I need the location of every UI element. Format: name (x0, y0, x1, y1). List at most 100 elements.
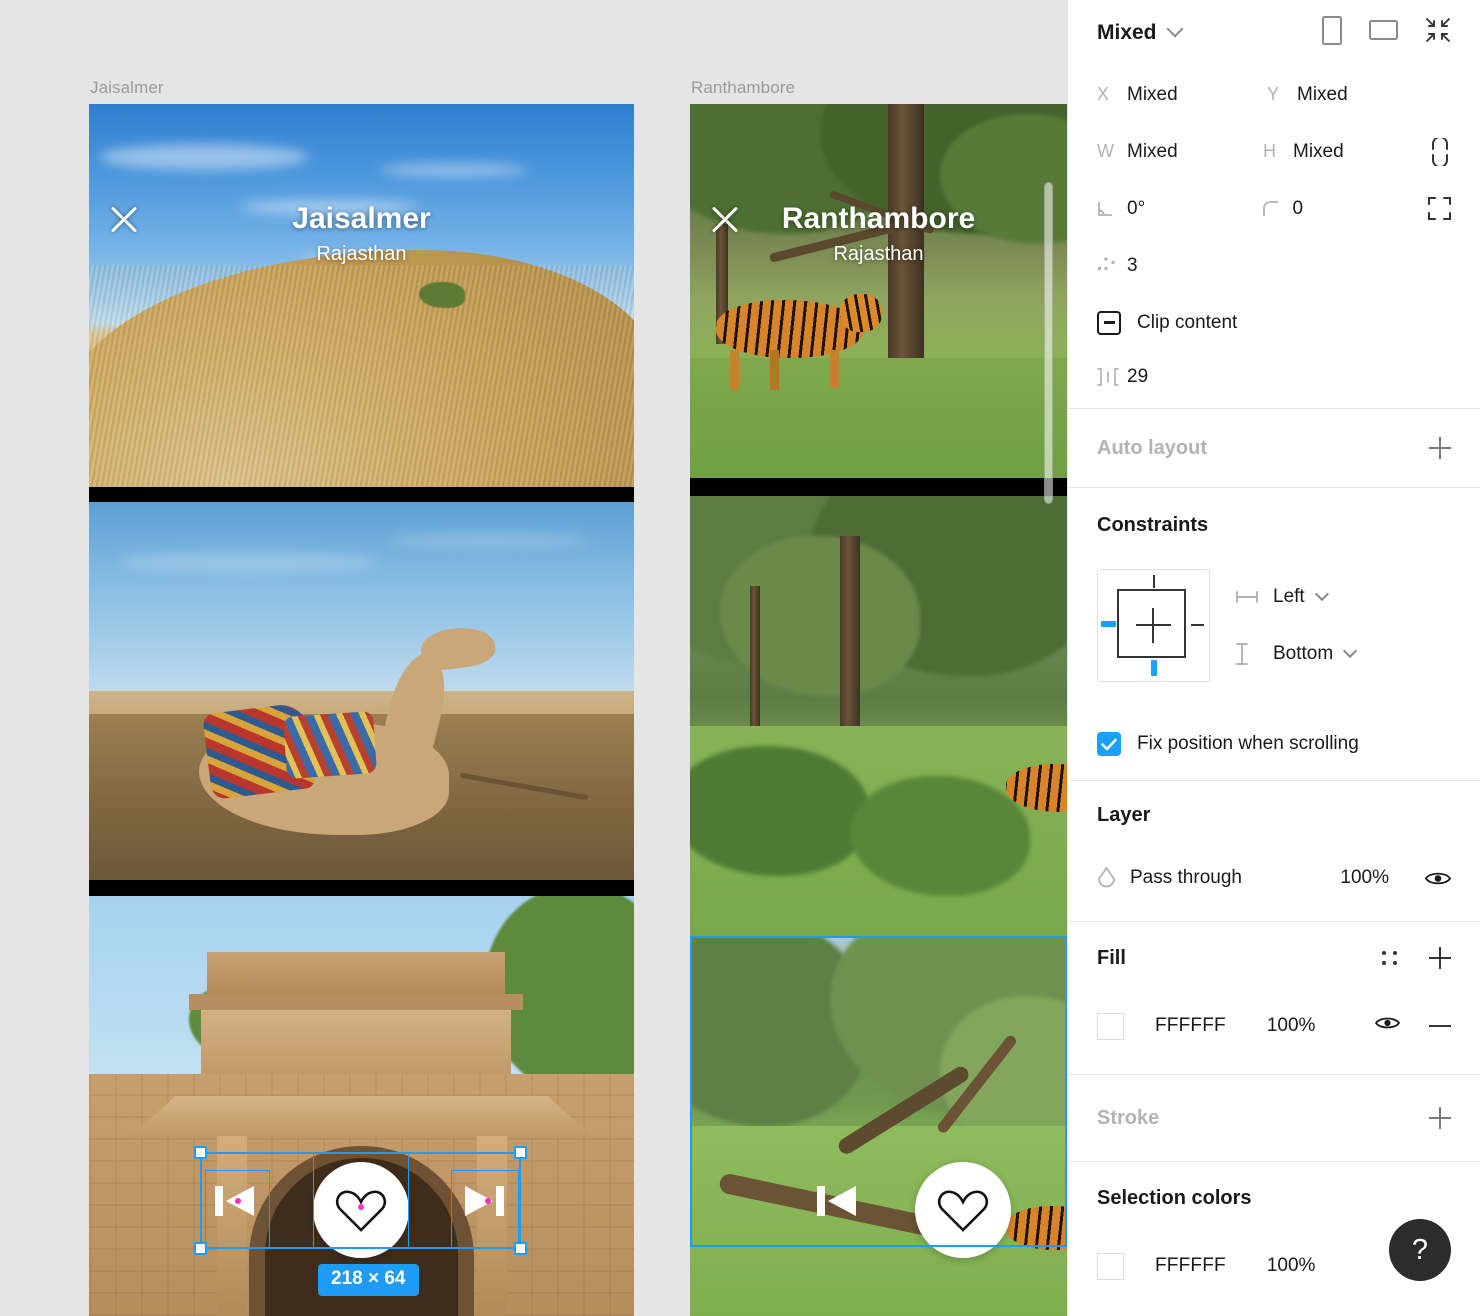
selection-type-label[interactable]: Mixed (1097, 21, 1157, 45)
rotation-field[interactable]: 0° (1097, 198, 1263, 220)
fix-position-checkbox[interactable] (1097, 732, 1121, 756)
blend-mode-icon (1097, 867, 1130, 889)
collapse-to-fit-icon[interactable] (1425, 17, 1451, 49)
frame-divider-2 (89, 880, 634, 896)
fill-visibility-eye-icon[interactable] (1374, 1015, 1401, 1037)
hero-subtitle-jaisalmer: Rajasthan (316, 243, 407, 265)
fill-color-swatch[interactable] (1097, 1012, 1124, 1040)
y-field[interactable]: Y Mixed (1267, 84, 1437, 106)
panel-header: Mixed (1097, 0, 1451, 66)
chevron-down-icon[interactable] (1166, 20, 1184, 38)
landscape-orientation-icon[interactable] (1369, 20, 1398, 46)
chevron-down-icon[interactable] (1343, 643, 1358, 658)
constraint-top-marker[interactable] (1153, 574, 1155, 588)
corner-radius-value[interactable]: 0 (1293, 198, 1304, 220)
hero-subtitle-ranthambore: Rajasthan (833, 243, 924, 265)
frame-jaisalmer[interactable]: Jaisalmer Rajasthan (89, 104, 634, 1316)
frame-label-ranthambore[interactable]: Ranthambore (691, 78, 795, 98)
color-styles-icon[interactable] (1379, 947, 1401, 969)
constraint-left-marker-active[interactable] (1101, 620, 1116, 627)
layer-section: Layer Pass through 100% (1068, 781, 1480, 921)
help-button[interactable]: ? (1389, 1219, 1451, 1281)
clip-content-label: Clip content (1137, 311, 1238, 333)
individual-corners-row: 3 (1097, 237, 1451, 294)
rotation-value[interactable]: 0° (1127, 198, 1145, 220)
frame-divider-1 (690, 478, 1067, 496)
fix-position-row[interactable]: Fix position when scrolling (1097, 708, 1451, 780)
constraints-widget[interactable] (1097, 568, 1210, 682)
photo-forest-resting-tiger (690, 496, 1067, 936)
individual-corners-value[interactable]: 3 (1127, 255, 1138, 277)
layer-opacity-value[interactable]: 100% (1340, 867, 1389, 889)
constraint-right-marker[interactable] (1191, 623, 1204, 626)
x-field[interactable]: X Mixed (1097, 84, 1267, 106)
fix-position-label: Fix position when scrolling (1137, 733, 1359, 754)
add-auto-layout-button[interactable] (1429, 437, 1451, 459)
clip-content-checkbox-mixed[interactable] (1097, 310, 1121, 335)
width-value[interactable]: Mixed (1127, 141, 1178, 163)
vertical-constraint-icon (1235, 642, 1273, 666)
spacing-field[interactable]: 29 (1097, 366, 1267, 388)
angle-icon (1097, 200, 1127, 217)
blend-mode-value[interactable]: Pass through (1130, 867, 1242, 889)
hero-title-ranthambore: Ranthambore (781, 202, 976, 235)
spacing-value[interactable]: 29 (1127, 366, 1148, 388)
resize-handle-bottom-right[interactable] (514, 1242, 527, 1255)
width-label: W (1097, 141, 1114, 161)
photo-tiger-walking (690, 104, 1067, 478)
selection-child-next[interactable] (451, 1170, 519, 1249)
layer-visibility-eye-icon[interactable] (1425, 870, 1451, 887)
check-icon (1101, 738, 1117, 750)
x-axis-label: X (1097, 84, 1110, 104)
resize-handle-top-right[interactable] (514, 1146, 527, 1159)
x-value[interactable]: Mixed (1127, 84, 1178, 106)
frame-label-jaisalmer[interactable]: Jaisalmer (90, 78, 164, 98)
transform-section: X Mixed Y Mixed W Mixed H Mixed 0° 0 3 C… (1068, 66, 1480, 408)
resize-handle-bottom-left[interactable] (194, 1242, 207, 1255)
selection-size-badge: 218 × 64 (318, 1264, 419, 1296)
layer-title: Layer (1097, 803, 1151, 826)
mock-vertical-scrollbar[interactable] (1044, 182, 1053, 504)
fill-title: Fill (1097, 946, 1126, 969)
corner-radius-field[interactable]: 0 (1262, 198, 1429, 220)
auto-layout-title: Auto layout (1097, 436, 1207, 459)
individual-corners-field[interactable]: 3 (1097, 255, 1267, 277)
vertical-constraint-field[interactable]: Bottom (1235, 625, 1358, 682)
selection-color-hex[interactable]: FFFFFF (1155, 1255, 1226, 1277)
selection-color-swatch[interactable] (1097, 1252, 1124, 1280)
constraints-title: Constraints (1097, 513, 1209, 536)
resize-handle-top-left[interactable] (194, 1146, 207, 1159)
add-fill-button[interactable] (1429, 947, 1451, 969)
selection-color-opacity[interactable]: 100% (1267, 1255, 1316, 1277)
clip-content-row[interactable]: Clip content (1097, 294, 1451, 351)
independent-corners-icon[interactable] (1428, 197, 1451, 220)
fill-section: Fill FFFFFF 100% (1068, 922, 1480, 1074)
y-axis-label: Y (1267, 84, 1280, 104)
photo-camel (89, 502, 634, 880)
fill-hex-value[interactable]: FFFFFF (1155, 1015, 1226, 1037)
design-canvas[interactable]: Jaisalmer Jaisalmer Rajasthan 218 × 64 R… (0, 0, 1067, 1316)
width-field[interactable]: W Mixed (1097, 141, 1263, 163)
stroke-title: Stroke (1097, 1106, 1160, 1129)
fill-opacity-value[interactable]: 100% (1267, 1015, 1316, 1037)
remove-fill-button[interactable] (1429, 1025, 1451, 1027)
figma-window: Jaisalmer Jaisalmer Rajasthan 218 × 64 R… (0, 0, 1480, 1316)
horizontal-constraint-icon (1235, 590, 1273, 604)
height-value[interactable]: Mixed (1293, 141, 1344, 163)
selection-child-heart[interactable] (313, 1152, 409, 1249)
selection-child-prev[interactable] (205, 1170, 270, 1249)
proportion-unlock-icon[interactable] (1429, 137, 1451, 166)
add-stroke-button[interactable] (1429, 1107, 1451, 1129)
selection-outline-fallen-log[interactable] (690, 936, 1067, 1247)
horizontal-constraint-value[interactable]: Left (1273, 586, 1305, 608)
vertical-constraint-value[interactable]: Bottom (1273, 643, 1333, 665)
height-field[interactable]: H Mixed (1263, 141, 1429, 163)
selection-colors-title: Selection colors (1097, 1186, 1252, 1209)
properties-panel[interactable]: Mixed X Mixed Y Mixed W Mixed H Mixed 0°… (1067, 0, 1480, 1316)
portrait-orientation-icon[interactable] (1322, 15, 1342, 51)
chevron-down-icon[interactable] (1314, 586, 1329, 601)
horizontal-constraint-field[interactable]: Left (1235, 568, 1355, 625)
fill-item-row[interactable]: FFFFFF 100% (1097, 994, 1451, 1058)
y-value[interactable]: Mixed (1297, 84, 1348, 106)
constraint-bottom-marker-active[interactable] (1151, 659, 1157, 676)
